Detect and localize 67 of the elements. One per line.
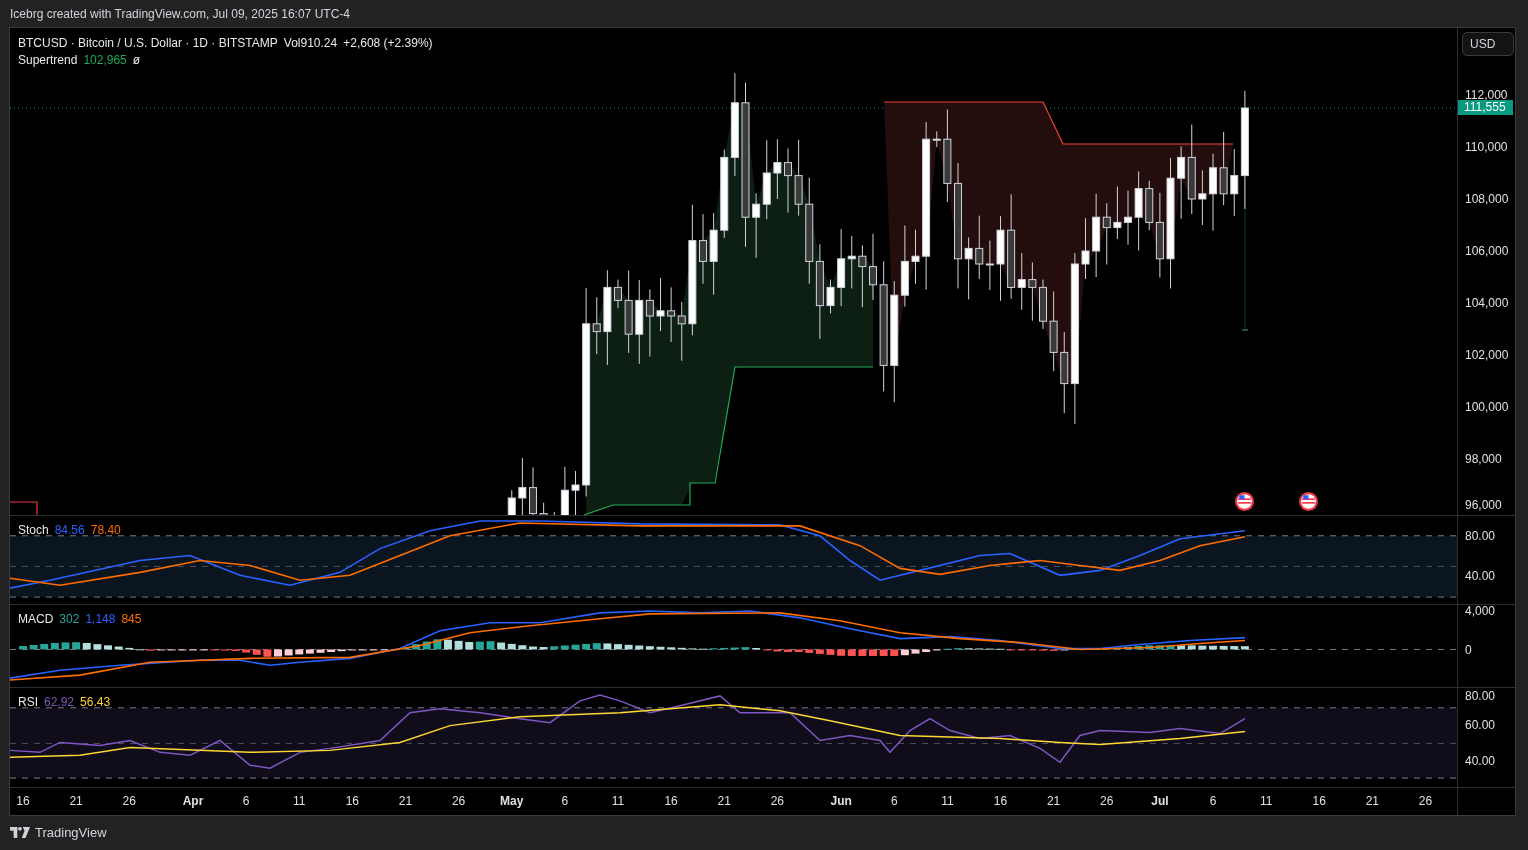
indicator-name[interactable]: RSI <box>18 695 38 709</box>
indicator-value: 302 <box>59 612 80 626</box>
time-axis-label: 16 <box>992 794 1009 808</box>
time-axis-label: 11 <box>1258 794 1274 808</box>
price-axis-label: 104,000 <box>1465 295 1509 311</box>
time-axis-label: May <box>499 794 525 808</box>
logo-icon <box>10 827 30 838</box>
time-axis-label: 21 <box>1364 794 1381 808</box>
currency-button[interactable]: USD <box>1462 32 1514 56</box>
indicator-name[interactable]: Supertrend <box>18 52 78 67</box>
time-axis-label: 11 <box>292 794 307 808</box>
time-axis-label: 6 <box>241 794 251 808</box>
time-axis-label: 26 <box>450 794 467 808</box>
indicator-name[interactable]: MACD <box>18 612 54 626</box>
time-axis-label: 16 <box>15 794 31 808</box>
time-axis-label: 21 <box>397 794 414 808</box>
indicator-value: 84.56 <box>54 523 85 537</box>
rsi-axis-label: 60.00 <box>1465 717 1496 733</box>
time-axis-label: 6 <box>889 794 899 808</box>
time-axis-label: 21 <box>1045 794 1062 808</box>
time-axis-label: 16 <box>344 794 361 808</box>
time-axis-label: 11 <box>610 794 626 808</box>
supertrend-line <box>10 501 38 515</box>
symbol-title: BTCUSD · Bitcoin / U.S. Dollar · 1D · BITSTAMP <box>18 35 278 50</box>
indicator-value: 845 <box>121 612 142 626</box>
time-axis-label: Jun <box>829 794 853 808</box>
macd-axis-label: 0 <box>1465 642 1472 658</box>
time-axis-label: Apr <box>181 794 205 808</box>
brand-name: TradingView <box>35 825 107 840</box>
price-axis-label: 98,000 <box>1465 451 1502 467</box>
time-axis-label: 16 <box>1311 794 1327 808</box>
flag-marker-icon[interactable] <box>1234 491 1255 512</box>
indicator-value: ø <box>132 52 141 67</box>
time-axis-label: 26 <box>1099 794 1115 808</box>
price-axis-label: 108,000 <box>1465 191 1509 207</box>
indicator-value: 56.43 <box>80 695 111 709</box>
time-axis-label: 26 <box>1417 794 1434 808</box>
rsi-axis-label: 80.00 <box>1465 688 1496 704</box>
time-axis-label: 11 <box>940 794 955 808</box>
price-axis-label: 110,000 <box>1465 139 1508 155</box>
time-axis-label: 26 <box>769 794 786 808</box>
price-axis-label: 102,000 <box>1465 347 1509 363</box>
rsi-axis-label: 40.00 <box>1465 753 1496 769</box>
time-axis-label: 6 <box>1208 794 1218 808</box>
price-change: +2,608 (+2.39%) <box>343 35 433 50</box>
time-axis-label: 21 <box>716 794 732 808</box>
chart-caption: Icebrg created with TradingView.com, Jul 09, 2025 16:07 UTC-4 <box>9 6 351 23</box>
time-axis-label: 26 <box>121 794 137 808</box>
stoch-axis-label: 80.00 <box>1465 528 1496 544</box>
time-axis-label: 6 <box>560 794 570 808</box>
time-axis-label: Jul <box>1150 794 1170 808</box>
price-axis-label: 112,000 <box>1465 87 1508 102</box>
volume-value: Vol910.24 <box>283 35 338 50</box>
indicator-value: 1,148 <box>85 612 116 626</box>
time-axis-label: 21 <box>68 794 84 808</box>
flag-marker-icon[interactable] <box>1298 491 1319 512</box>
stoch-axis-label: 40.00 <box>1465 568 1496 584</box>
indicator-value: 102,965 <box>83 52 127 67</box>
indicator-value: 62.92 <box>44 695 75 709</box>
last-price-label: 111,555 <box>1458 100 1513 115</box>
macd-axis-label: 4,000 <box>1465 605 1496 619</box>
indicator-name[interactable]: Stoch <box>18 523 49 537</box>
indicator-value: 78.40 <box>90 523 121 537</box>
price-axis-label: 100,000 <box>1465 399 1509 415</box>
price-axis-label: 96,000 <box>1465 497 1502 513</box>
time-axis-label: 16 <box>663 794 679 808</box>
price-axis-label: 106,000 <box>1465 243 1509 259</box>
